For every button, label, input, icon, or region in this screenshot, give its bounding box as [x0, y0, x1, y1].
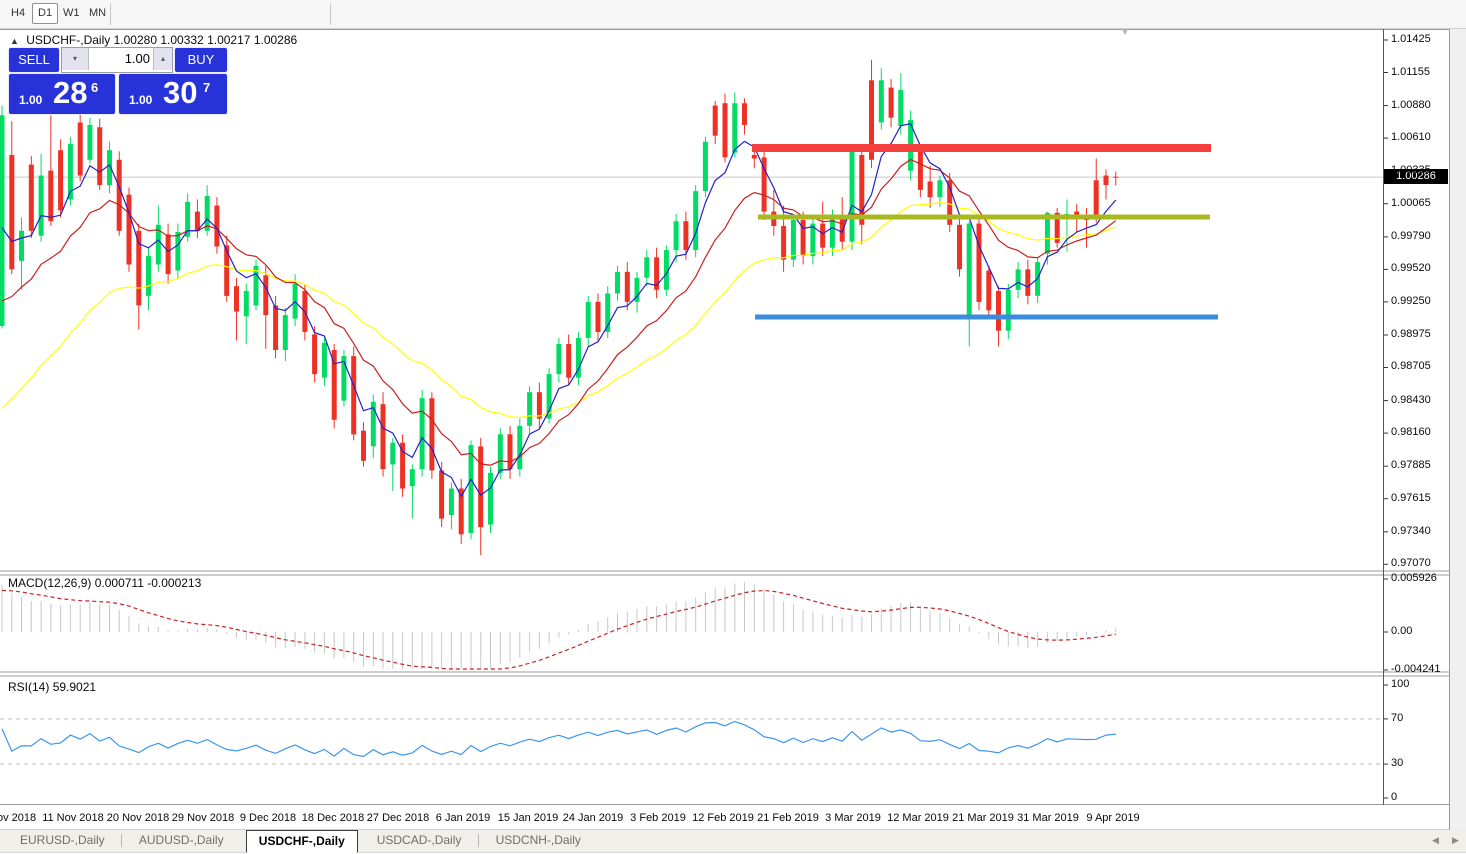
price-axis-label: 0.97885	[1391, 459, 1431, 471]
date-axis-label: 3 Mar 2019	[825, 812, 881, 824]
rsi-label: RSI(14) 59.9021	[8, 680, 96, 694]
price-axis-label: 0.98430	[1391, 394, 1431, 406]
macd-value-1: 0.000711	[95, 576, 144, 590]
price-axis-label: 0.99790	[1391, 230, 1431, 242]
price-axis-label: 0.99520	[1391, 262, 1431, 274]
price-axis-label: 0.98975	[1391, 328, 1431, 340]
quote-high: 1.00332	[160, 33, 203, 47]
volume-stepper[interactable]: ▾ 1.00 ▴	[61, 47, 173, 73]
date-axis-label: 18 Dec 2018	[302, 812, 364, 824]
quote-close: 1.00286	[254, 33, 297, 47]
chevron-down-icon[interactable]: ▼	[1120, 27, 1130, 38]
chart-tab-audusd[interactable]: AUDUSD-,Daily	[127, 830, 236, 851]
macd-label: MACD(12,26,9) 0.000711 -0.000213	[8, 576, 201, 590]
volume-increase-icon[interactable]: ▴	[153, 48, 172, 70]
chart-tab-usdcnh[interactable]: USDCNH-,Daily	[484, 830, 593, 851]
chart-tab-usdcad[interactable]: USDCAD-,Daily	[365, 830, 474, 851]
buy-lot-label: 1.00	[129, 93, 152, 107]
sell-lot-label: 1.00	[19, 93, 42, 107]
price-axis-label: 1.00880	[1391, 99, 1431, 111]
chart-tab-bar: ◀ ▶ EURUSD-,Daily AUDUSD-,Daily USDCHF-,Da…	[0, 830, 1466, 853]
date-axis-label: 6 Jan 2019	[436, 812, 490, 824]
volume-input[interactable]: 1.00	[90, 48, 150, 70]
mt4-terminal: { "toolbar": { "timeframes": [ {"label":…	[0, 0, 1466, 854]
quote-open: 1.00280	[114, 33, 157, 47]
chart-title: ▲ USDCHF-,Daily 1.00280 1.00332 1.00217 …	[10, 33, 297, 47]
buy-price-box[interactable]: 1.00 30 7	[118, 73, 228, 115]
buy-price-big: 30	[163, 75, 197, 111]
date-axis-label: 11 Nov 2018	[42, 812, 104, 824]
macd-value-2: -0.000213	[147, 576, 201, 590]
rsi-axis-label: 100	[1391, 678, 1409, 690]
price-axis-label: 0.97340	[1391, 525, 1431, 537]
collapse-icon[interactable]: ▲	[10, 36, 19, 46]
symbol-label: USDCHF-,Daily	[26, 33, 110, 47]
sell-price-big: 28	[53, 75, 87, 111]
sell-button[interactable]: SELL	[8, 47, 60, 73]
price-axis-label: 1.00065	[1391, 197, 1431, 209]
sell-price-box[interactable]: 1.00 28 6	[8, 73, 116, 115]
price-axis-label: 0.97615	[1391, 492, 1431, 504]
macd-axis-label: -0.004241	[1391, 663, 1441, 675]
price-axis-label: 1.00610	[1391, 131, 1431, 143]
date-axis[interactable]: 1 Nov 2018 11 Nov 201820 Nov 201829 Nov 2…	[0, 805, 1449, 829]
date-axis-label: 9 Dec 2018	[240, 812, 296, 824]
chart-tab-eurusd[interactable]: EURUSD-,Daily	[8, 830, 117, 851]
price-axis-border	[1383, 29, 1384, 805]
sell-price-sup: 6	[91, 80, 98, 95]
date-axis-label: 9 Apr 2019	[1086, 812, 1139, 824]
price-axis-label: 0.98160	[1391, 426, 1431, 438]
rsi-value: 59.9021	[53, 680, 96, 694]
date-axis-label: 12 Feb 2019	[692, 812, 754, 824]
macd-axis-label: 0.00	[1391, 625, 1412, 637]
date-axis-label: 29 Nov 2018	[172, 812, 234, 824]
date-axis-label: 20 Nov 2018	[107, 812, 169, 824]
buy-button[interactable]: BUY	[174, 47, 228, 73]
tab-scroll-right-icon[interactable]: ▶	[1452, 835, 1459, 846]
date-axis-label: 21 Feb 2019	[757, 812, 819, 824]
date-axis-label: 27 Dec 2018	[367, 812, 429, 824]
price-axis-label: 0.97070	[1391, 557, 1431, 569]
rsi-axis-label: 0	[1391, 791, 1397, 803]
rsi-axis-label: 30	[1391, 757, 1403, 769]
date-axis-label: 31 Mar 2019	[1017, 812, 1079, 824]
buy-price-sup: 7	[203, 80, 210, 95]
date-axis-label: 3 Feb 2019	[630, 812, 686, 824]
one-click-trade-panel: SELL ▾ 1.00 ▴ BUY 1.00 28 6 1.00 30 7	[8, 47, 226, 114]
chart-tab-usdchf[interactable]: USDCHF-,Daily	[246, 830, 358, 853]
date-axis-label: 1 Nov 2018	[0, 812, 36, 824]
quote-low: 1.00217	[207, 33, 250, 47]
date-axis-label: 12 Mar 2019	[887, 812, 949, 824]
price-axis-label: 1.01425	[1391, 33, 1431, 45]
date-axis-label: 15 Jan 2019	[498, 812, 559, 824]
price-axis-label: 0.99250	[1391, 295, 1431, 307]
window-gutter	[1450, 29, 1466, 830]
price-axis-label: 0.98705	[1391, 360, 1431, 372]
tab-separator	[121, 834, 122, 847]
price-axis-label: 1.00335	[1391, 164, 1431, 176]
rsi-axis-label: 70	[1391, 712, 1403, 724]
tab-separator	[478, 834, 479, 847]
date-axis-label: 24 Jan 2019	[563, 812, 624, 824]
price-axis-label: 1.01155	[1391, 66, 1430, 78]
tab-scroll-left-icon[interactable]: ◀	[1432, 835, 1439, 846]
macd-axis-label: 0.005926	[1391, 572, 1437, 584]
date-axis-label: 21 Mar 2019	[952, 812, 1014, 824]
chart-canvas[interactable]	[0, 0, 1466, 854]
volume-decrease-icon[interactable]: ▾	[62, 48, 89, 70]
